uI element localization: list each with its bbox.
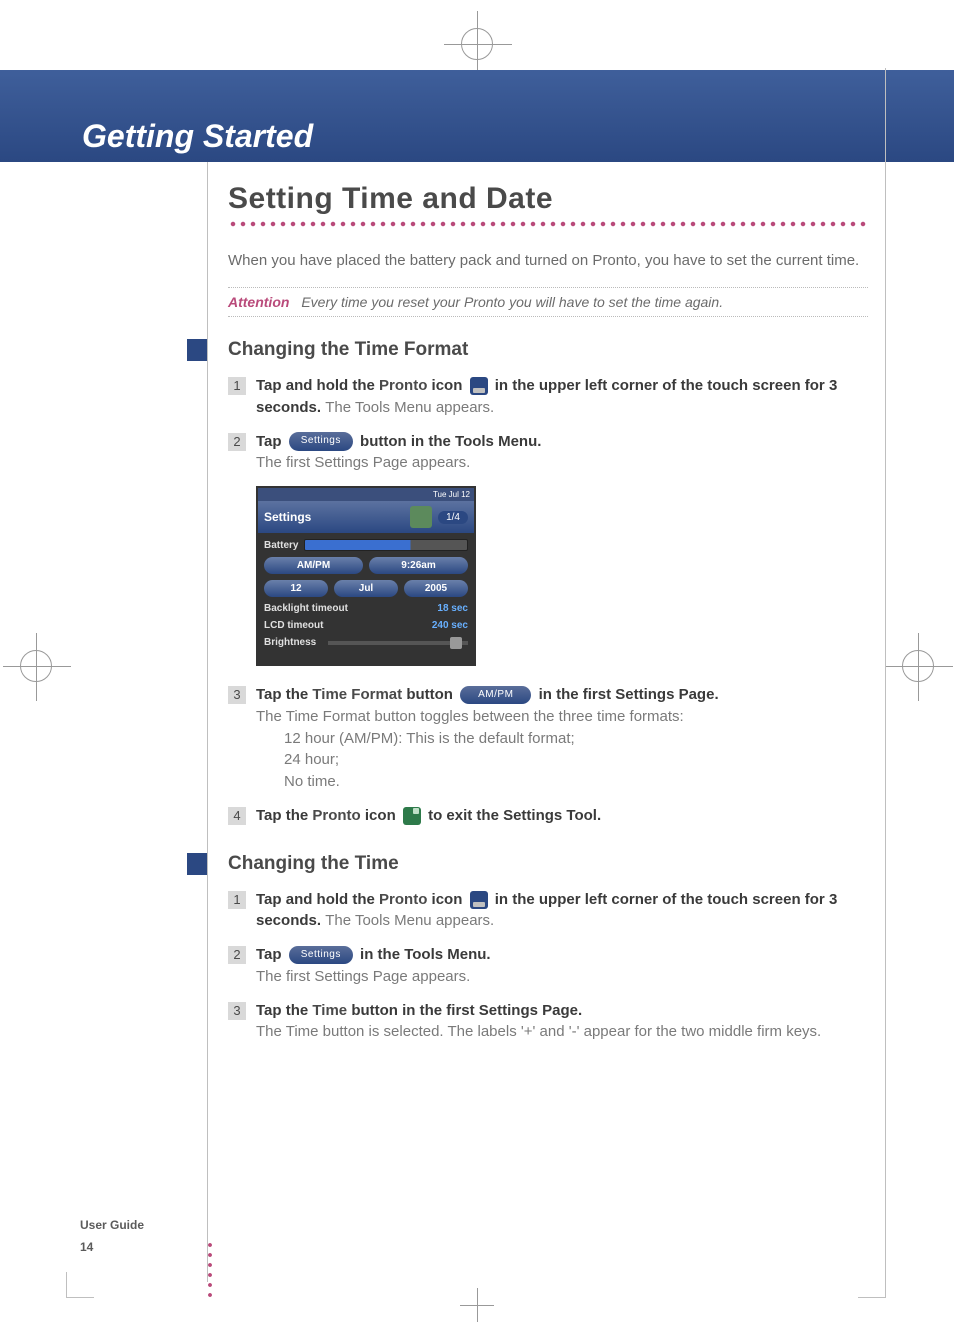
settings-pill-icon: Settings <box>289 432 353 451</box>
device-battery-label: Battery <box>264 540 298 551</box>
step-text-bold: Time Format <box>312 686 402 703</box>
device-time-button: 9:26am <box>369 557 468 574</box>
step-number: 4 <box>228 807 246 825</box>
step-text: button <box>406 686 457 703</box>
step-item: 4 Tap the Pronto icon to exit the Settin… <box>228 805 868 827</box>
device-battery-bar <box>304 539 468 551</box>
ampm-pill-icon: AM/PM <box>460 686 531 705</box>
format-option: 24 hour; <box>284 749 868 771</box>
device-brightness-slider <box>328 641 468 645</box>
pronto-icon <box>470 377 488 395</box>
step-item: 1 Tap and hold the Pronto icon in the up… <box>228 375 868 419</box>
title-dots <box>228 220 868 228</box>
device-header-icon <box>410 506 432 528</box>
format-option: No time. <box>284 771 868 793</box>
step-text: in the Tools Menu. <box>360 946 491 963</box>
step-subtext: The Tools Menu appears. <box>325 912 494 929</box>
step-subtext: The Tools Menu appears. <box>325 399 494 416</box>
step-text: icon <box>365 807 400 824</box>
device-header-title: Settings <box>264 510 404 524</box>
section-heading-time-format: Changing the Time Format <box>228 339 868 361</box>
footer-page-number: 14 <box>80 1240 93 1254</box>
step-number: 1 <box>228 377 246 395</box>
step-text: icon <box>432 377 467 394</box>
device-header-page: 1/4 <box>438 511 468 524</box>
attention-note: Attention Every time you reset your Pron… <box>228 287 868 317</box>
step-item: 3 Tap the Time button in the first Setti… <box>228 1000 868 1044</box>
step-text-bold: Pronto <box>379 891 427 908</box>
vertical-rule <box>207 162 208 1282</box>
step-text: Tap <box>256 946 286 963</box>
step-text: in the first Settings Page. <box>539 686 719 703</box>
attention-label: Attention <box>228 294 289 310</box>
step-number: 2 <box>228 946 246 964</box>
step-text: button in the first Settings Page. <box>351 1002 582 1019</box>
device-lcd-label: LCD timeout <box>264 620 323 631</box>
step-number: 2 <box>228 433 246 451</box>
intro-text: When you have placed the battery pack an… <box>228 250 868 271</box>
step-number: 3 <box>228 1002 246 1020</box>
step-text: Tap the <box>256 807 312 824</box>
device-backlight-label: Backlight timeout <box>264 603 348 614</box>
corner-mark-bl <box>66 1272 67 1298</box>
section-heading-changing-time: Changing the Time <box>228 853 868 875</box>
crop-mark-bottom <box>470 1298 484 1312</box>
crop-mark-right <box>902 650 934 682</box>
device-ampm-button: AM/PM <box>264 557 363 574</box>
step-text: button in the Tools Menu. <box>360 433 541 450</box>
step-text-bold: Pronto <box>312 807 360 824</box>
step-item: 2 Tap Settings button in the Tools Menu.… <box>228 431 868 475</box>
device-screenshot: Tue Jul 12 Settings 1/4 Battery AM/PM 9:… <box>256 486 476 666</box>
page-title: Setting Time and Date <box>228 182 868 216</box>
footer-dots <box>207 1240 213 1300</box>
step-number: 1 <box>228 891 246 909</box>
right-rule <box>885 68 886 1278</box>
step-text: icon <box>432 891 467 908</box>
chapter-title: Getting Started <box>82 118 313 155</box>
step-item: 1 Tap and hold the Pronto icon in the up… <box>228 889 868 933</box>
step-item: 2 Tap Settings in the Tools Menu. The fi… <box>228 944 868 988</box>
device-topbar-right: Tue Jul 12 <box>433 490 470 499</box>
crop-mark-top <box>461 28 493 60</box>
step-text-bold: Pronto <box>379 377 427 394</box>
step-item: 3 Tap the Time Format button AM/PM in th… <box>228 684 868 793</box>
pronto-icon <box>470 891 488 909</box>
crop-mark-left <box>20 650 52 682</box>
step-text: Tap the <box>256 1002 312 1019</box>
attention-text: Every time you reset your Pronto you wil… <box>301 294 723 310</box>
step-subtext: The Time button is selected. The labels … <box>256 1023 821 1040</box>
step-text: Tap <box>256 433 286 450</box>
step-text: to exit the Settings Tool. <box>428 807 601 824</box>
step-number: 3 <box>228 686 246 704</box>
device-month-button: Jul <box>334 580 398 597</box>
device-brightness-label: Brightness <box>264 637 316 648</box>
step-text-bold: Time <box>312 1002 347 1019</box>
step-text: Tap the <box>256 686 312 703</box>
device-backlight-value: 18 sec <box>437 603 468 614</box>
format-option: 12 hour (AM/PM): This is the default for… <box>284 728 868 750</box>
step-subtext: The first Settings Page appears. <box>256 968 470 985</box>
pronto-green-icon <box>403 807 421 825</box>
device-day-button: 12 <box>264 580 328 597</box>
settings-pill-icon: Settings <box>289 946 353 965</box>
device-year-button: 2005 <box>404 580 468 597</box>
footer-label: User Guide <box>80 1218 144 1232</box>
step-text: Tap and hold the <box>256 891 379 908</box>
step-subtext: The Time Format button toggles between t… <box>256 708 684 725</box>
corner-mark-br <box>885 1272 886 1298</box>
step-text: Tap and hold the <box>256 377 379 394</box>
device-lcd-value: 240 sec <box>432 620 468 631</box>
step-subtext: The first Settings Page appears. <box>256 454 470 471</box>
